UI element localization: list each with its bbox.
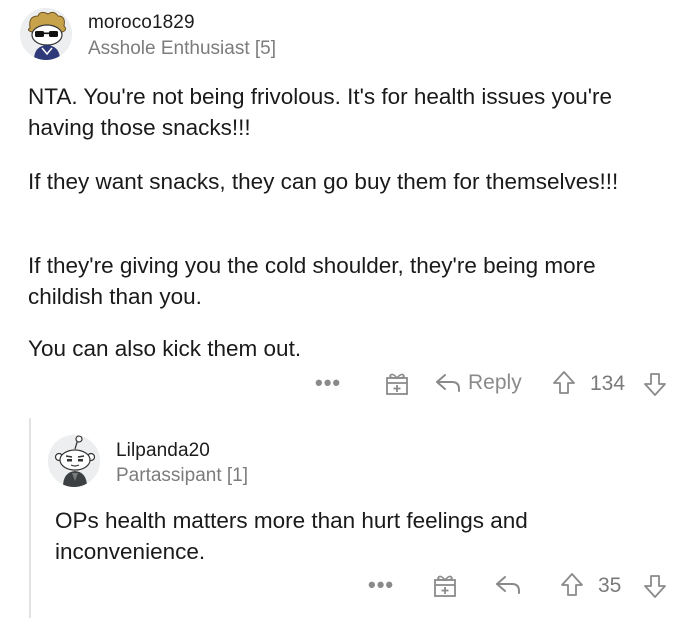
user-flair: Partassipant [1] [116,465,249,486]
comment-paragraph: You can also kick them out. [28,336,302,361]
comment-action-bar: ••• Reply 134 [0,368,700,402]
more-options-button[interactable]: ••• [368,572,394,598]
upvote-arrow-icon [561,573,583,596]
vote-count: 134 [590,372,626,395]
comment-paragraph: NTA. You're not being frivolous. It's fo… [28,84,613,140]
vote-count: 35 [598,574,622,597]
comment-paragraph: If they want snacks, they can go buy the… [28,169,619,194]
upvote-arrow-icon [553,371,575,394]
award-gift-icon [386,373,408,395]
award-gift-icon [434,575,456,597]
upvote-button[interactable] [552,370,576,396]
user-flair: Asshole Enthusiast [5] [88,38,276,59]
user-avatar[interactable] [20,8,72,60]
more-options-button[interactable]: ••• [315,370,341,396]
snoo-avatar-icon [20,8,72,60]
reply-label: Reply [468,371,522,394]
more-options-icon: ••• [315,370,342,395]
comment-moroco1829: moroco1829 Asshole Enthusiast [5] NTA. Y… [0,0,700,410]
downvote-arrow-icon [644,373,666,396]
vote-score: 134 [590,372,625,396]
reply-button[interactable] [494,573,522,597]
comment-action-bar: ••• 35 [0,570,700,604]
username[interactable]: Lilpanda20 [116,440,210,462]
award-button[interactable] [384,370,410,396]
upvote-button[interactable] [560,572,584,598]
downvote-button[interactable] [643,573,667,599]
comment-paragraph: OPs health matters more than hurt feelin… [55,508,528,564]
downvote-arrow-icon [644,575,666,598]
comment-paragraph: If they're giving you the cold shoulder,… [28,253,596,309]
downvote-button[interactable] [643,371,667,397]
snoo-avatar-icon [48,435,100,487]
vote-score: 35 [598,574,621,598]
username[interactable]: moroco1829 [88,12,195,34]
award-button[interactable] [432,572,458,598]
user-avatar[interactable] [48,435,100,487]
reply-arrow-icon [436,374,460,392]
reply-arrow-icon [496,576,520,594]
reply-button[interactable]: Reply [434,371,522,395]
more-options-icon: ••• [368,572,395,597]
